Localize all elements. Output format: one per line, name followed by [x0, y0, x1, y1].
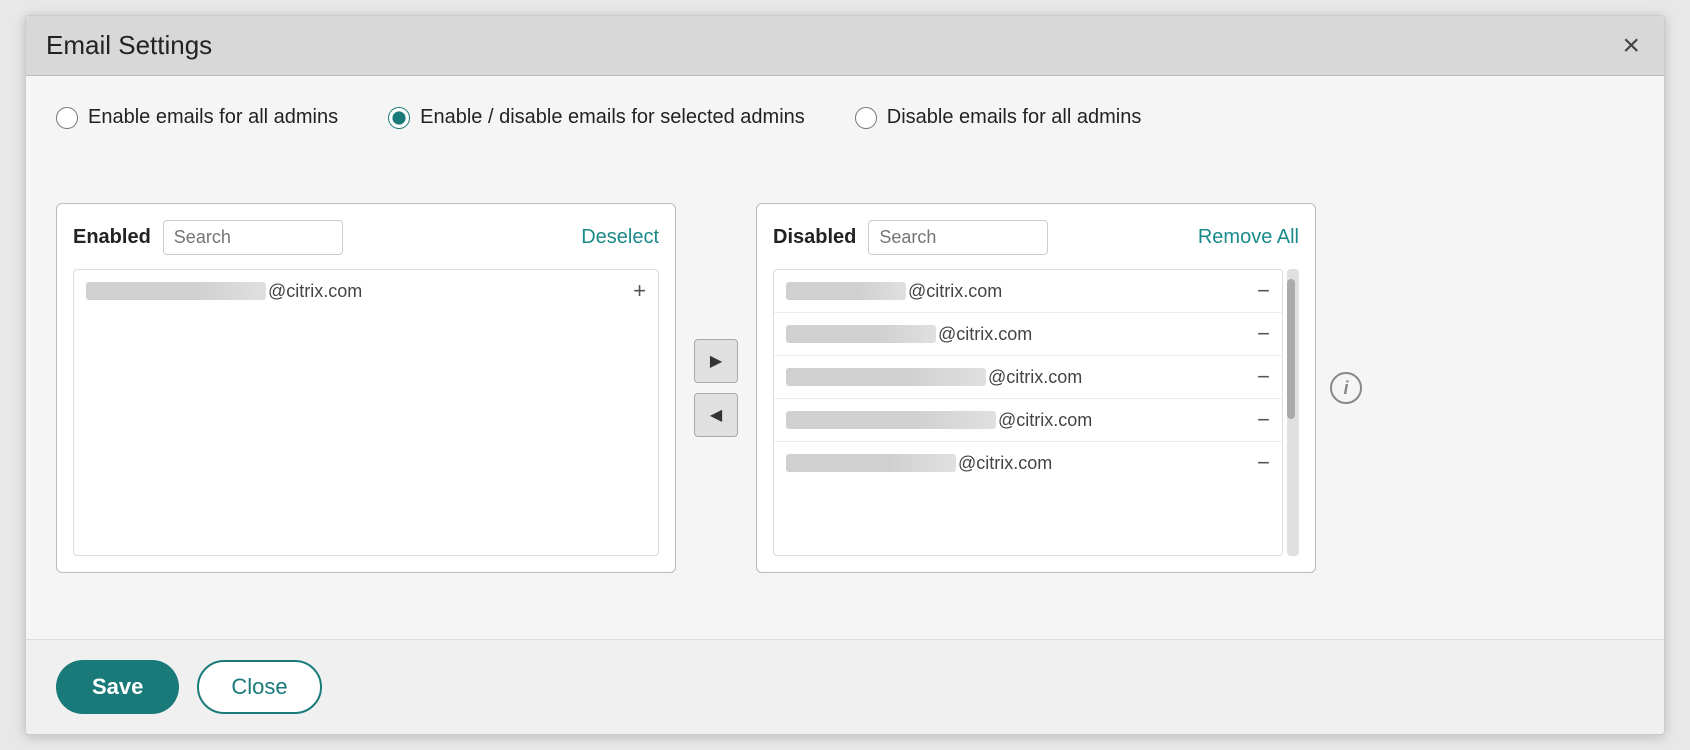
disabled-panel-label: Disabled [773, 226, 856, 249]
dialog-title: Email Settings [46, 30, 212, 61]
disabled-panel-wrapper: Disabled Remove All @citrix.com − [756, 203, 1362, 573]
enabled-search-input[interactable] [163, 220, 343, 255]
email-domain: @citrix.com [908, 281, 1002, 302]
deselect-button[interactable]: Deselect [581, 226, 659, 249]
email-settings-dialog: Email Settings × Enable emails for all a… [25, 15, 1665, 735]
remove-all-button[interactable]: Remove All [1198, 226, 1299, 249]
list-item: @citrix.com − [774, 313, 1282, 356]
panels-row: Enabled Deselect @citrix.com + ▶ [56, 157, 1634, 619]
enabled-panel-header: Enabled Deselect [73, 220, 659, 255]
close-footer-button[interactable]: Close [197, 660, 321, 714]
enabled-panel-label: Enabled [73, 226, 151, 249]
move-right-button[interactable]: ▶ [694, 339, 738, 383]
radio-option-all-disable[interactable]: Disable emails for all admins [855, 106, 1142, 129]
blurred-email [786, 454, 956, 472]
email-domain: @citrix.com [938, 324, 1032, 345]
radio-label-all-enable: Enable emails for all admins [88, 106, 338, 129]
remove-item-button[interactable]: − [1257, 452, 1270, 474]
radio-option-all-enable[interactable]: Enable emails for all admins [56, 106, 338, 129]
dialog-header: Email Settings × [26, 16, 1664, 76]
email-domain: @citrix.com [998, 410, 1092, 431]
radio-label-all-disable: Disable emails for all admins [887, 106, 1142, 129]
radio-group: Enable emails for all admins Enable / di… [56, 106, 1634, 129]
list-item: @citrix.com − [774, 356, 1282, 399]
remove-item-button[interactable]: − [1257, 409, 1270, 431]
dialog-footer: Save Close [26, 639, 1664, 734]
close-button[interactable]: × [1618, 31, 1644, 61]
remove-item-button[interactable]: − [1257, 280, 1270, 302]
disabled-panel-header: Disabled Remove All [773, 220, 1299, 255]
arrow-right-icon: ▶ [710, 351, 722, 371]
email-domain: @citrix.com [958, 453, 1052, 474]
disabled-list: @citrix.com − @citrix.com − @citrix.com [773, 269, 1283, 556]
arrow-left-icon: ◀ [710, 405, 722, 425]
save-button[interactable]: Save [56, 660, 179, 714]
radio-all-disable[interactable] [855, 107, 877, 129]
transfer-arrows: ▶ ◀ [694, 339, 738, 437]
disabled-list-wrapper: @citrix.com − @citrix.com − @citrix.com [773, 269, 1299, 556]
blurred-email [786, 282, 906, 300]
dialog-body: Enable emails for all admins Enable / di… [26, 76, 1664, 639]
blurred-email [86, 282, 266, 300]
info-icon[interactable]: i [1330, 372, 1362, 404]
remove-item-button[interactable]: − [1257, 366, 1270, 388]
disabled-search-input[interactable] [868, 220, 1048, 255]
add-item-button[interactable]: + [633, 280, 646, 302]
blurred-email [786, 411, 996, 429]
radio-selected[interactable] [388, 107, 410, 129]
blurred-email [786, 368, 986, 386]
radio-label-selected: Enable / disable emails for selected adm… [420, 106, 805, 129]
list-item: @citrix.com − [774, 270, 1282, 313]
list-item: @citrix.com − [774, 442, 1282, 484]
blurred-email [786, 325, 936, 343]
radio-option-selected[interactable]: Enable / disable emails for selected adm… [388, 106, 805, 129]
enabled-panel: Enabled Deselect @citrix.com + [56, 203, 676, 573]
scrollbar-track[interactable] [1287, 269, 1299, 556]
radio-all-enable[interactable] [56, 107, 78, 129]
scrollbar-thumb [1287, 279, 1295, 419]
remove-item-button[interactable]: − [1257, 323, 1270, 345]
enabled-list: @citrix.com + [73, 269, 659, 556]
disabled-panel: Disabled Remove All @citrix.com − [756, 203, 1316, 573]
list-item: @citrix.com + [74, 270, 658, 312]
move-left-button[interactable]: ◀ [694, 393, 738, 437]
list-item: @citrix.com − [774, 399, 1282, 442]
email-domain: @citrix.com [988, 367, 1082, 388]
email-domain: @citrix.com [268, 281, 362, 302]
